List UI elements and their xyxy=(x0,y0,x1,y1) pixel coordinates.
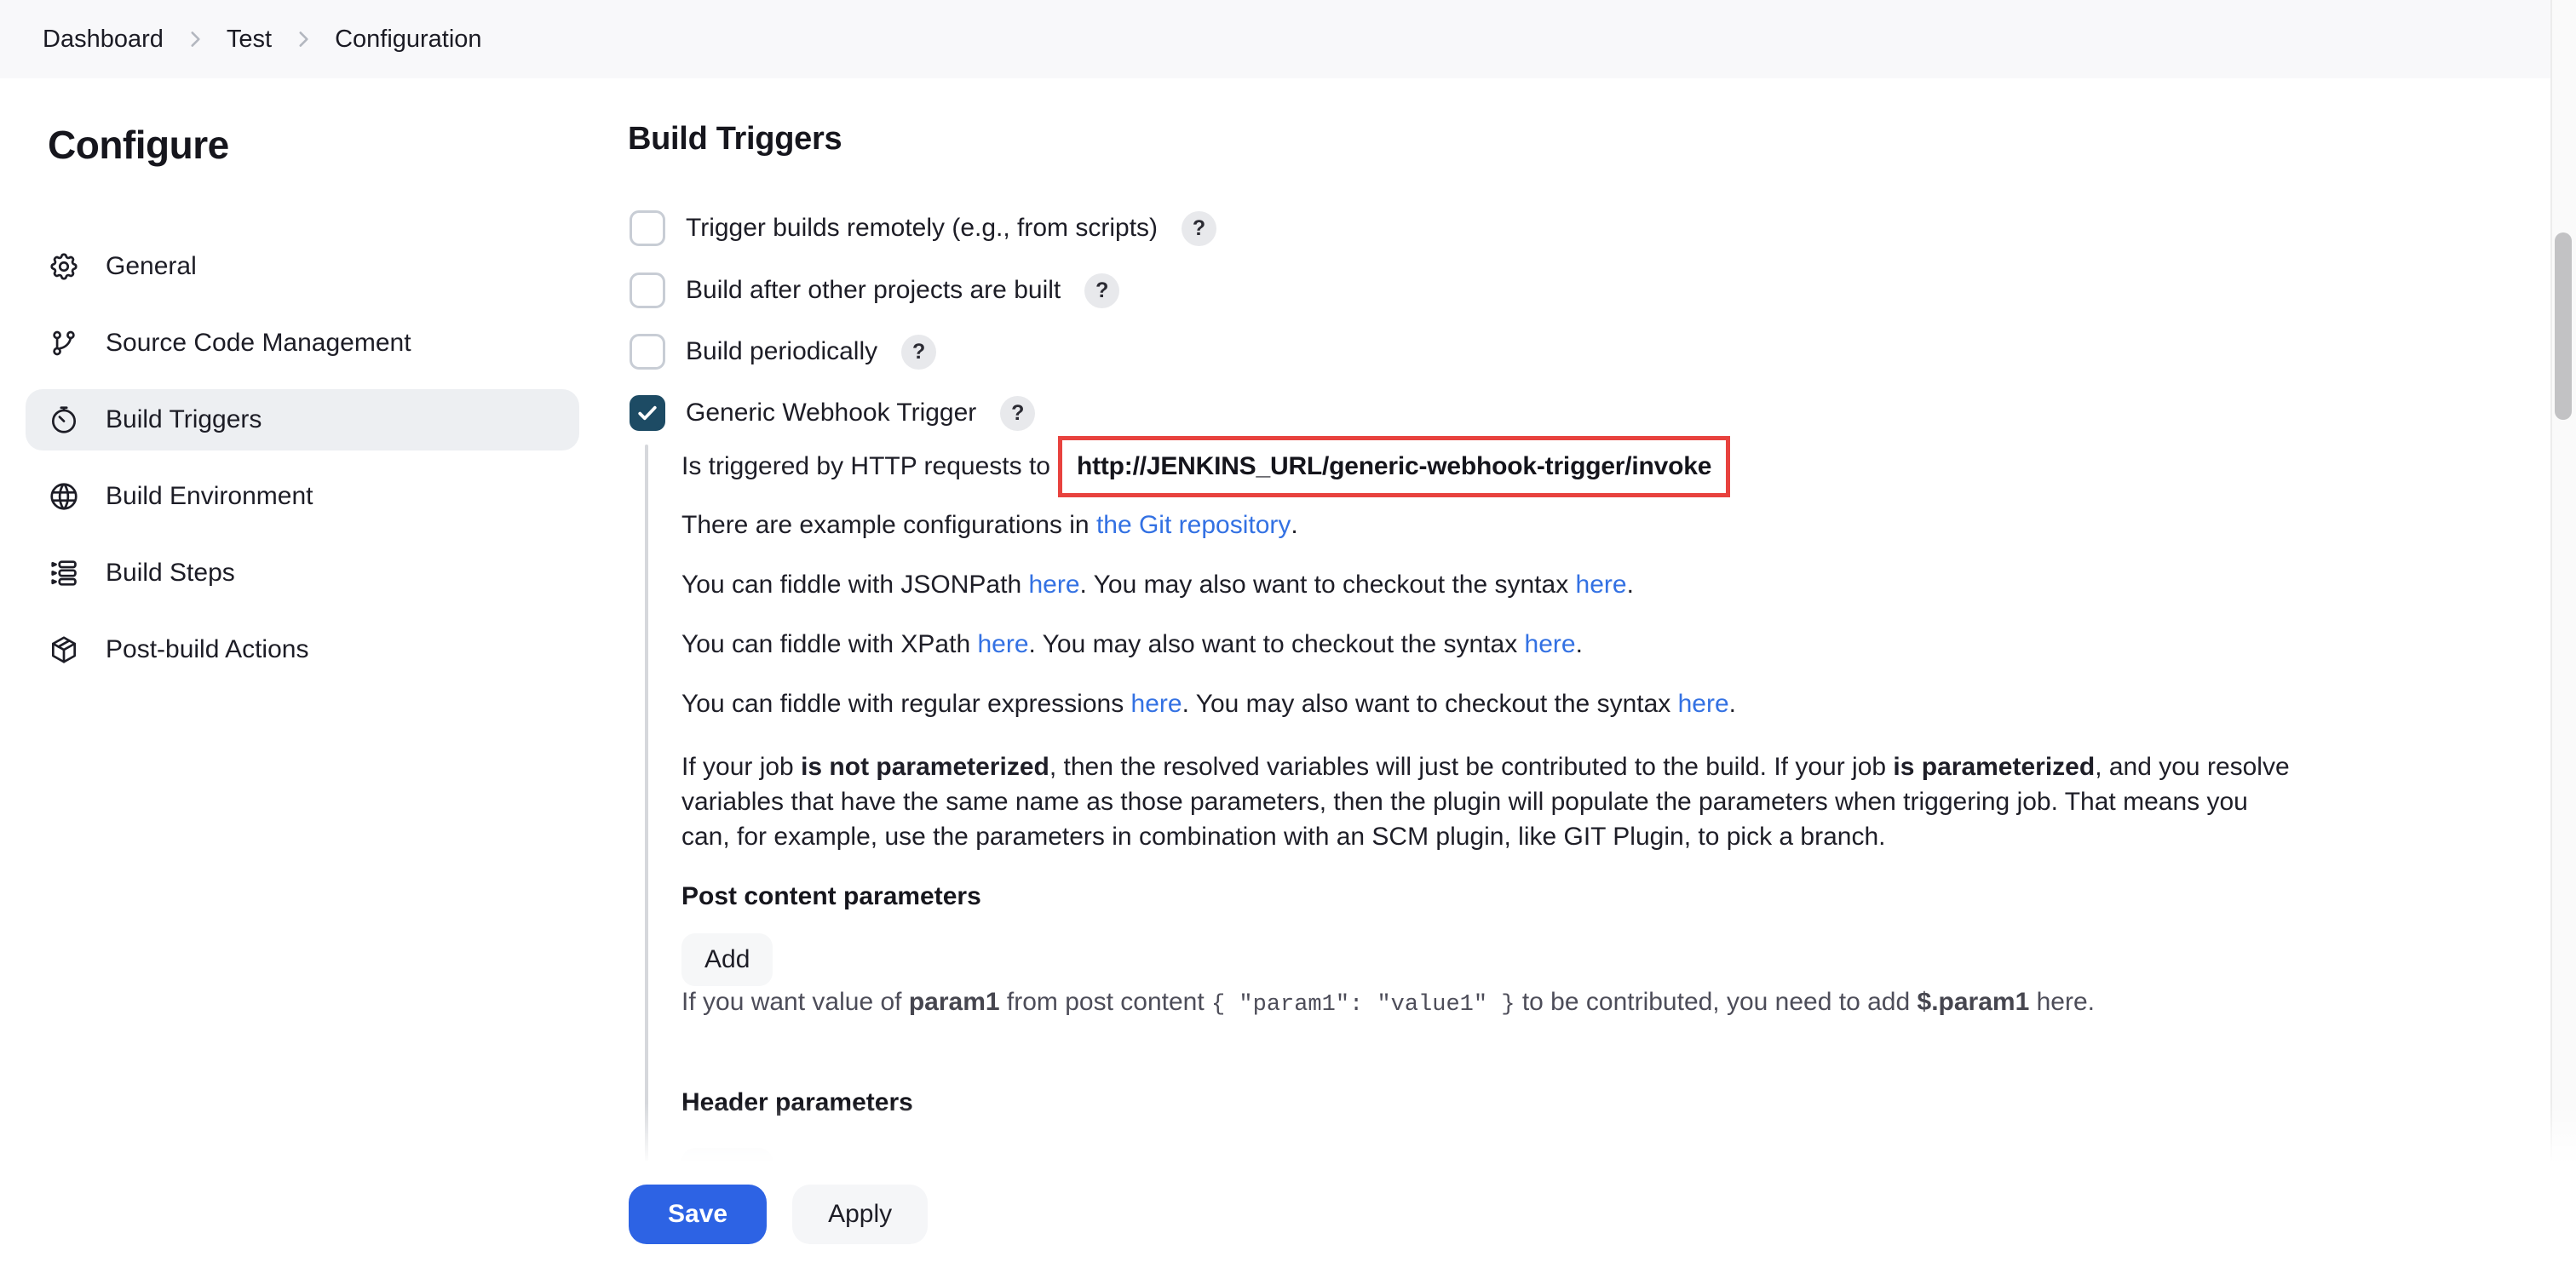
trigger-row-after-other-projects: Build after other projects are built ? xyxy=(630,273,1119,308)
text: There are example configurations in xyxy=(681,511,1096,539)
jsonpath-line: You can fiddle with JSONPath here. You m… xyxy=(681,571,1634,600)
checkbox-trigger-builds-remotely[interactable] xyxy=(630,210,665,246)
post-content-help-text: If you want value of param1 from post co… xyxy=(681,988,2095,1018)
text: . You may also want to checkout the synt… xyxy=(1182,690,1678,718)
check-icon xyxy=(635,400,660,426)
scrollbar-thumb[interactable] xyxy=(2555,232,2572,420)
text: You can fiddle with XPath xyxy=(681,630,977,658)
chevron-right-icon xyxy=(292,28,314,50)
help-icon[interactable]: ? xyxy=(1182,211,1216,246)
regex-line: You can fiddle with regular expressions … xyxy=(681,690,1736,719)
invoke-url-prefix: Is triggered by HTTP requests to xyxy=(681,452,1050,481)
checkbox-build-periodically[interactable] xyxy=(630,334,665,370)
breadcrumb-dashboard[interactable]: Dashboard xyxy=(43,26,164,54)
sidebar-item-build-steps[interactable]: Build Steps xyxy=(26,542,579,604)
git-branch-icon xyxy=(48,327,80,359)
sidebar-item-general[interactable]: General xyxy=(26,236,579,297)
trigger-row-periodically: Build periodically ? xyxy=(630,334,936,370)
jsonpath-syntax-link[interactable]: here xyxy=(1576,571,1627,599)
breadcrumb-configuration[interactable]: Configuration xyxy=(335,26,482,54)
sidebar-item-build-environment[interactable]: Build Environment xyxy=(26,466,579,527)
trigger-row-remote: Trigger builds remotely (e.g., from scri… xyxy=(630,210,1216,246)
breadcrumb: Dashboard Test Configuration xyxy=(43,26,482,54)
checkbox-label[interactable]: Build periodically xyxy=(686,337,877,366)
git-repository-link[interactable]: the Git repository xyxy=(1096,511,1291,539)
apply-button[interactable]: Apply xyxy=(792,1185,928,1244)
sidebar-item-label: Source Code Management xyxy=(106,329,411,358)
help-icon[interactable]: ? xyxy=(1000,396,1035,431)
bold-text: param1 xyxy=(909,988,1000,1016)
list-play-icon xyxy=(48,557,80,589)
page-title: Configure xyxy=(48,122,229,168)
header-parameters-heading: Header parameters xyxy=(681,1088,913,1117)
text: . xyxy=(1729,690,1736,718)
jsonpath-fiddle-link[interactable]: here xyxy=(1028,571,1079,599)
text: . You may also want to checkout the synt… xyxy=(1080,571,1576,599)
code-text: { "param1": "value1" } xyxy=(1211,992,1515,1018)
text: . You may also want to checkout the synt… xyxy=(1029,630,1525,658)
sidebar-item-post-build-actions[interactable]: Post-build Actions xyxy=(26,619,579,680)
globe-icon xyxy=(48,480,80,513)
regex-syntax-link[interactable]: here xyxy=(1678,690,1729,718)
bottom-app-bar: Save Apply xyxy=(0,1161,2576,1268)
sidebar-item-source-code-management[interactable]: Source Code Management xyxy=(26,313,579,374)
footer-fade xyxy=(0,1103,2576,1162)
checkbox-label[interactable]: Build after other projects are built xyxy=(686,276,1061,305)
text: here. xyxy=(2029,988,2095,1016)
section-title-build-triggers: Build Triggers xyxy=(628,121,842,158)
checkbox-generic-webhook-trigger[interactable] xyxy=(630,395,665,431)
sidebar-item-label: Build Steps xyxy=(106,559,235,588)
scrollbar-track xyxy=(2550,0,2576,1268)
regex-fiddle-link[interactable]: here xyxy=(1131,690,1182,718)
gear-icon xyxy=(48,250,80,283)
text: . xyxy=(1627,571,1634,599)
text: You can fiddle with JSONPath xyxy=(681,571,1028,599)
sidebar-item-build-triggers[interactable]: Build Triggers xyxy=(26,389,579,450)
red-annotation-box: http://JENKINS_URL/generic-webhook-trigg… xyxy=(1058,436,1730,497)
sidebar-item-label: Build Environment xyxy=(106,482,313,511)
save-button[interactable]: Save xyxy=(629,1185,767,1244)
breadcrumb-bar: Dashboard Test Configuration xyxy=(0,0,2576,78)
sidebar-item-label: Post-build Actions xyxy=(106,635,308,664)
invoke-url: http://JENKINS_URL/generic-webhook-trigg… xyxy=(1077,452,1711,481)
checkbox-label[interactable]: Generic Webhook Trigger xyxy=(686,399,976,427)
text: to be contributed, you need to add xyxy=(1515,988,1917,1016)
example-configurations-line: There are example configurations in the … xyxy=(681,511,1298,540)
jenkins-configure-page: Dashboard Test Configuration Configure G… xyxy=(0,0,2576,1268)
bold-text: is not parameterized xyxy=(801,753,1049,781)
text: . xyxy=(1576,630,1583,658)
xpath-line: You can fiddle with XPath here. You may … xyxy=(681,630,1583,659)
checkbox-build-after-other-projects[interactable] xyxy=(630,273,665,308)
text: You can fiddle with regular expressions xyxy=(681,690,1131,718)
text: If you want value of xyxy=(681,988,909,1016)
breadcrumb-test[interactable]: Test xyxy=(227,26,272,54)
post-content-parameters-heading: Post content parameters xyxy=(681,882,981,911)
help-icon[interactable]: ? xyxy=(1084,273,1119,308)
text: . xyxy=(1291,511,1297,539)
xpath-fiddle-link[interactable]: here xyxy=(977,630,1028,658)
help-icon[interactable]: ? xyxy=(901,335,936,370)
sidebar-item-label: General xyxy=(106,252,197,281)
trigger-row-generic-webhook: Generic Webhook Trigger ? xyxy=(630,395,1035,431)
xpath-syntax-link[interactable]: here xyxy=(1525,630,1576,658)
text: If your job xyxy=(681,753,801,781)
section-indent-line xyxy=(645,445,648,1162)
parameterized-help-paragraph: If your job is not parameterized, then t… xyxy=(681,749,2296,854)
text: from post content xyxy=(1000,988,1211,1016)
config-nav: General Source Code Management Build Tri… xyxy=(26,236,579,680)
text: , then the resolved variables will just … xyxy=(1049,753,1894,781)
sidebar-item-label: Build Triggers xyxy=(106,405,262,434)
stopwatch-icon xyxy=(48,404,80,436)
package-icon xyxy=(48,634,80,666)
invoke-url-line: Is triggered by HTTP requests to http://… xyxy=(681,434,1730,499)
add-post-content-parameter-button[interactable]: Add xyxy=(681,933,773,986)
bold-text: is parameterized xyxy=(1893,753,2095,781)
checkbox-label[interactable]: Trigger builds remotely (e.g., from scri… xyxy=(686,214,1158,243)
bold-text: $.param1 xyxy=(1918,988,2030,1016)
chevron-right-icon xyxy=(184,28,206,50)
